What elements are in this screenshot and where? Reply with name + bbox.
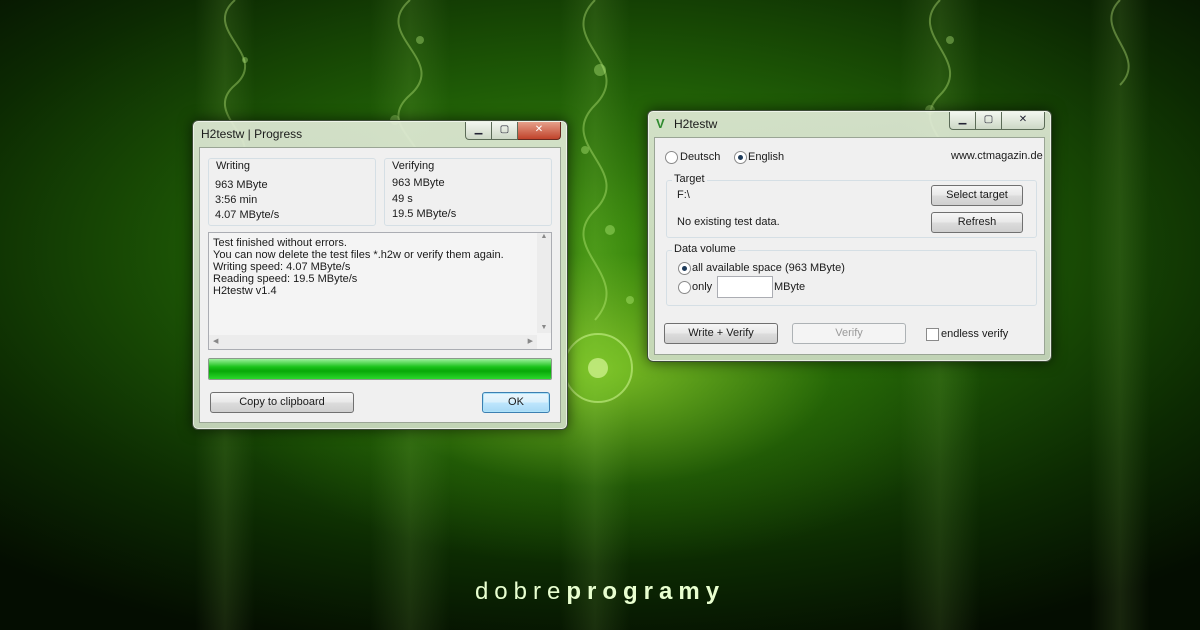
h2testw-logo-icon: V: [656, 116, 665, 131]
close-icon[interactable]: ✕: [518, 122, 561, 140]
progress-bar: [208, 358, 552, 380]
all-space-label[interactable]: all available space (963 MByte): [692, 262, 845, 274]
english-radio[interactable]: [734, 151, 747, 164]
minimize-icon[interactable]: ▁: [949, 112, 976, 130]
website-link[interactable]: www.ctmagazin.de: [951, 150, 1043, 162]
mbyte-unit-label: MByte: [774, 281, 806, 293]
endless-verify-label[interactable]: endless verify: [941, 328, 1008, 340]
writing-speed: 4.07 MByte/s: [215, 209, 280, 221]
log-line-3: Writing speed: 4.07 MByte/s: [213, 261, 351, 273]
verifying-time: 49 s: [392, 193, 413, 205]
target-label: Target: [672, 173, 707, 185]
writing-label: Writing: [214, 160, 253, 172]
verifying-speed: 19.5 MByte/s: [392, 208, 457, 220]
log-line-2: You can now delete the test files *.h2w …: [213, 249, 504, 261]
verifying-size: 963 MByte: [392, 177, 445, 189]
minimize-icon[interactable]: ▁: [465, 122, 492, 140]
only-radio[interactable]: [678, 281, 691, 294]
brand-part-1: dobre: [474, 578, 567, 605]
main-window-title: H2testw: [674, 117, 718, 131]
copy-to-clipboard-button[interactable]: Copy to clipboard: [210, 392, 354, 413]
progress-bar-fill: [209, 359, 551, 379]
log-line-1: Test finished without errors.: [213, 237, 347, 249]
progress-titlebar[interactable]: H2testw | Progress ▁ ▢ ✕: [193, 121, 567, 145]
write-verify-button[interactable]: Write + Verify: [664, 323, 778, 344]
main-titlebar[interactable]: V H2testw ▁ ▢ ✕: [648, 111, 1051, 135]
only-mbyte-input[interactable]: [717, 276, 773, 298]
close-icon[interactable]: ✕: [1002, 112, 1045, 130]
scroll-up-icon[interactable]: ▲: [537, 233, 551, 240]
log-line-5: H2testw v1.4: [213, 285, 277, 297]
writing-time: 3:56 min: [215, 194, 258, 206]
data-volume-label: Data volume: [672, 243, 738, 255]
deutsch-radio[interactable]: [665, 151, 678, 164]
progress-window-title: H2testw | Progress: [201, 127, 303, 141]
all-space-radio[interactable]: [678, 262, 691, 275]
vertical-scrollbar[interactable]: ▲ ▼: [537, 233, 551, 333]
brand-part-2: programy: [566, 578, 726, 605]
scroll-down-icon[interactable]: ▼: [537, 324, 551, 331]
progress-window: H2testw | Progress ▁ ▢ ✕ Writing 963 MBy…: [192, 120, 568, 430]
ok-button[interactable]: OK: [482, 392, 550, 413]
target-status: No existing test data.: [677, 216, 780, 228]
scroll-right-icon[interactable]: ▶: [528, 337, 533, 345]
log-textarea[interactable]: Test finished without errors. You can no…: [208, 232, 552, 350]
main-client-area: Deutsch English www.ctmagazin.de Target …: [654, 137, 1045, 355]
maximize-icon[interactable]: ▢: [492, 122, 518, 140]
progress-client-area: Writing 963 MByte 3:56 min 4.07 MByte/s …: [199, 147, 561, 423]
log-line-4: Reading speed: 19.5 MByte/s: [213, 273, 358, 285]
scroll-left-icon[interactable]: ◀: [213, 337, 218, 345]
verify-button[interactable]: Verify: [792, 323, 906, 344]
refresh-button[interactable]: Refresh: [931, 212, 1023, 233]
main-window: V H2testw ▁ ▢ ✕ Deutsch English www.ctma…: [647, 110, 1052, 362]
writing-size: 963 MByte: [215, 179, 268, 191]
deutsch-label[interactable]: Deutsch: [680, 151, 720, 163]
verifying-label: Verifying: [390, 160, 437, 172]
brand-logo: dobreprogramy: [0, 578, 1200, 606]
endless-verify-checkbox[interactable]: [926, 328, 939, 341]
select-target-button[interactable]: Select target: [931, 185, 1023, 206]
english-label[interactable]: English: [748, 151, 784, 163]
only-label[interactable]: only: [692, 281, 712, 293]
maximize-icon[interactable]: ▢: [976, 112, 1002, 130]
horizontal-scrollbar[interactable]: ◀ ▶: [209, 335, 537, 349]
target-path: F:\: [677, 189, 690, 201]
